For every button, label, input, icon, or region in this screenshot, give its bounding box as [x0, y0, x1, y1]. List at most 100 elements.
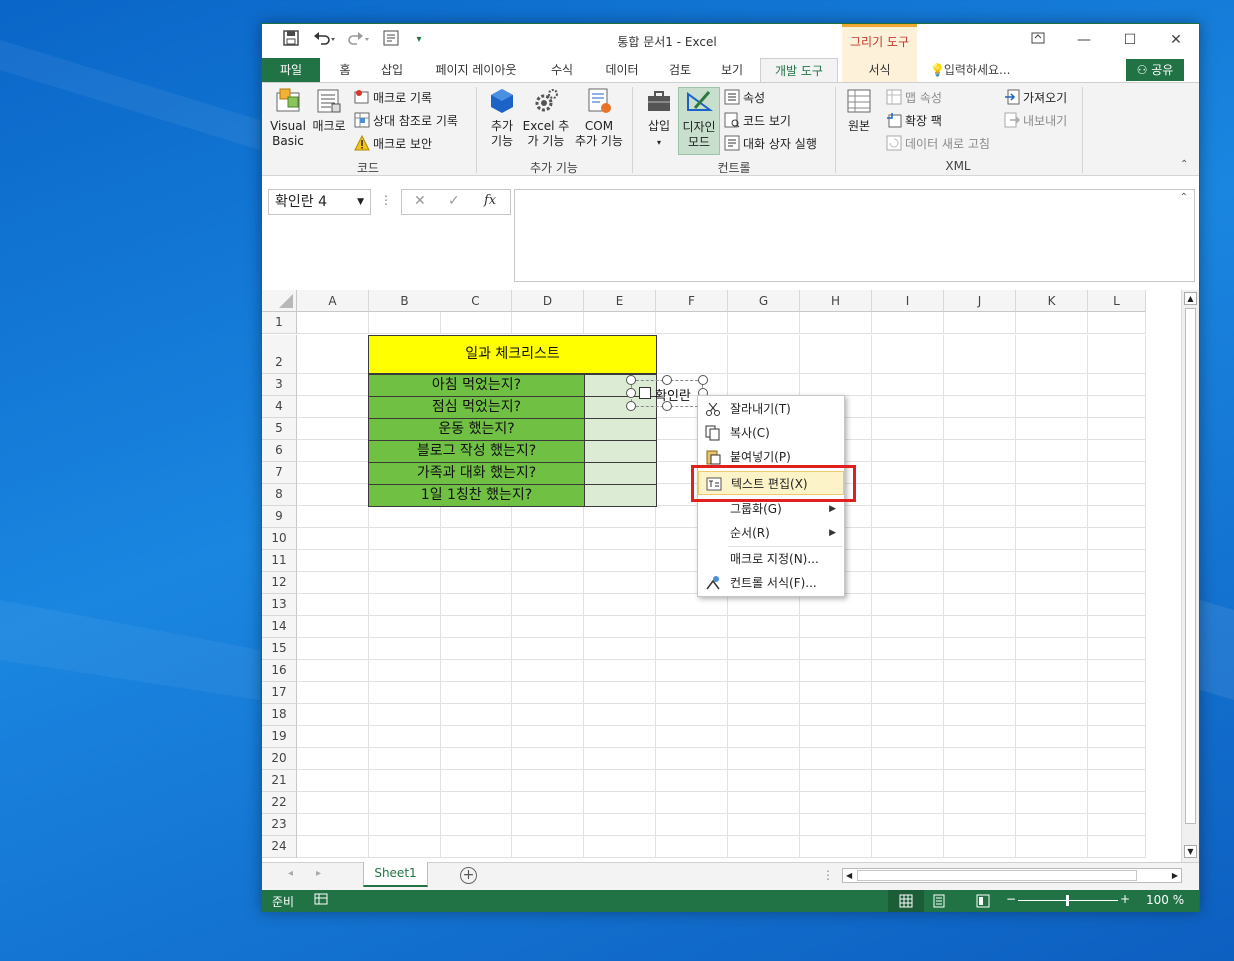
add-sheet-icon[interactable]: +: [460, 867, 477, 884]
cell[interactable]: [800, 335, 872, 374]
cell[interactable]: [369, 616, 441, 638]
tab-home[interactable]: 홈: [330, 58, 360, 82]
column-header-g[interactable]: G: [728, 290, 800, 312]
cell[interactable]: [512, 572, 584, 594]
cell[interactable]: [800, 682, 872, 704]
cell[interactable]: [944, 396, 1016, 418]
cell[interactable]: [656, 335, 728, 374]
cell[interactable]: [800, 374, 872, 396]
cell[interactable]: [512, 726, 584, 748]
column-header-k[interactable]: K: [1016, 290, 1088, 312]
cell[interactable]: [1088, 440, 1146, 462]
cell[interactable]: [944, 506, 1016, 528]
cell[interactable]: [1016, 726, 1088, 748]
cell[interactable]: [1088, 836, 1146, 858]
cell[interactable]: [440, 726, 512, 748]
cell[interactable]: [1088, 594, 1146, 616]
cell[interactable]: [297, 572, 369, 594]
visual-basic-button[interactable]: Visual Basic: [268, 87, 308, 149]
cell[interactable]: [872, 440, 944, 462]
cell[interactable]: [872, 312, 944, 334]
cell[interactable]: [440, 770, 512, 792]
cell[interactable]: [944, 550, 1016, 572]
cell[interactable]: [1088, 572, 1146, 594]
normal-view-button[interactable]: [888, 890, 924, 912]
row-header-19[interactable]: 19: [262, 726, 297, 748]
column-header-i[interactable]: I: [872, 290, 944, 312]
row-header-10[interactable]: 10: [262, 528, 297, 550]
cell[interactable]: [1088, 726, 1146, 748]
row-header-18[interactable]: 18: [262, 704, 297, 726]
cell[interactable]: [512, 704, 584, 726]
cell[interactable]: [297, 374, 369, 396]
cell[interactable]: [800, 594, 872, 616]
cell[interactable]: [584, 814, 656, 836]
row-header-14[interactable]: 14: [262, 616, 297, 638]
cell[interactable]: [584, 638, 656, 660]
cell[interactable]: [1016, 748, 1088, 770]
formula-input[interactable]: ⌃: [514, 189, 1195, 282]
cell[interactable]: [369, 704, 441, 726]
cell[interactable]: [512, 682, 584, 704]
cell[interactable]: [944, 638, 1016, 660]
cell[interactable]: [728, 594, 800, 616]
cell[interactable]: [1016, 335, 1088, 374]
task-exercise[interactable]: 운동 했는지?: [368, 418, 585, 441]
next-sheet-icon[interactable]: ▸: [316, 868, 321, 879]
cell[interactable]: [728, 335, 800, 374]
cell[interactable]: [1016, 440, 1088, 462]
cell[interactable]: [944, 770, 1016, 792]
cell[interactable]: [1016, 616, 1088, 638]
zoom-level[interactable]: 100 %: [1146, 893, 1184, 907]
cell[interactable]: [656, 594, 728, 616]
cell[interactable]: [656, 792, 728, 814]
cell[interactable]: [297, 704, 369, 726]
row-header-23[interactable]: 23: [262, 814, 297, 836]
cell[interactable]: [872, 550, 944, 572]
cell[interactable]: [872, 335, 944, 374]
properties-button[interactable]: 속성: [724, 88, 765, 108]
save-icon[interactable]: [280, 30, 302, 50]
cell[interactable]: [728, 660, 800, 682]
task-lunch[interactable]: 점심 먹었는지?: [368, 396, 585, 419]
cell[interactable]: [440, 312, 512, 334]
menu-item-assign-macro[interactable]: 매크로 지정(N)...: [698, 547, 844, 571]
cell[interactable]: [656, 748, 728, 770]
cell[interactable]: [1088, 335, 1146, 374]
cell[interactable]: [584, 836, 656, 858]
column-header-a[interactable]: A: [297, 290, 369, 312]
cell[interactable]: [728, 312, 800, 334]
cell[interactable]: [369, 638, 441, 660]
cell[interactable]: [369, 528, 441, 550]
cell[interactable]: [1016, 484, 1088, 506]
row-header-20[interactable]: 20: [262, 748, 297, 770]
cell[interactable]: [944, 836, 1016, 858]
cell[interactable]: [944, 814, 1016, 836]
minimize-button[interactable]: —: [1064, 28, 1104, 52]
cell[interactable]: [440, 660, 512, 682]
row-header-13[interactable]: 13: [262, 594, 297, 616]
cell[interactable]: [369, 312, 441, 334]
scroll-right-icon[interactable]: ▶: [1172, 869, 1178, 882]
cell[interactable]: [1016, 660, 1088, 682]
cell[interactable]: [369, 506, 441, 528]
cell[interactable]: [656, 814, 728, 836]
cell[interactable]: [872, 748, 944, 770]
com-addins-button[interactable]: COM 추가 기능: [572, 87, 626, 149]
cell[interactable]: [297, 484, 369, 506]
cell[interactable]: [512, 528, 584, 550]
row-header-15[interactable]: 15: [262, 638, 297, 660]
cell[interactable]: [512, 770, 584, 792]
column-header-j[interactable]: J: [944, 290, 1016, 312]
cell[interactable]: [297, 506, 369, 528]
cell[interactable]: [512, 814, 584, 836]
cell[interactable]: [656, 770, 728, 792]
cell[interactable]: [512, 792, 584, 814]
task-blog[interactable]: 블로그 작성 했는지?: [368, 440, 585, 463]
cell[interactable]: [872, 638, 944, 660]
cell[interactable]: [1016, 572, 1088, 594]
tab-page-layout[interactable]: 페이지 레이아웃: [426, 58, 526, 82]
cell[interactable]: [1088, 462, 1146, 484]
cell[interactable]: [728, 682, 800, 704]
cell[interactable]: [512, 660, 584, 682]
